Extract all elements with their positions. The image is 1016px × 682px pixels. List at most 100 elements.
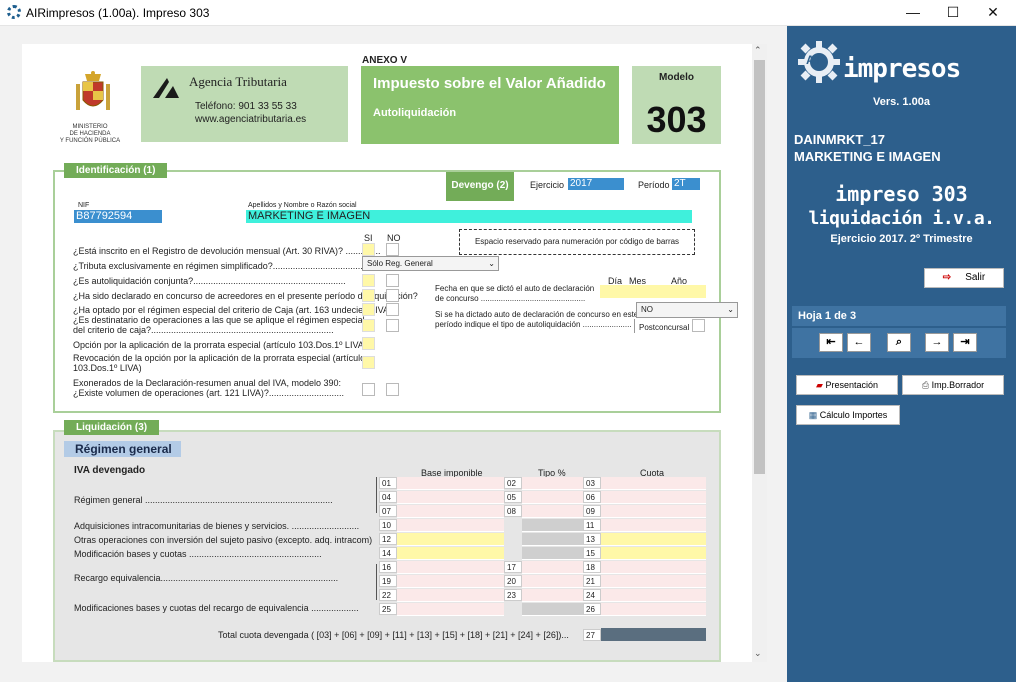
base-imponible-field[interactable]: [397, 505, 504, 518]
q-revocacion-line2: 103.Dos.1º LIVA): [73, 363, 142, 373]
box-number: 09: [583, 505, 601, 517]
q-concurso-no-checkbox[interactable]: [386, 289, 399, 302]
search-binoculars-button[interactable]: ⌕: [887, 333, 911, 352]
postconcursal-checkbox[interactable]: [692, 319, 705, 332]
base-imponible-field[interactable]: [397, 603, 504, 616]
imp-borrador-label: Imp.Borrador: [931, 380, 985, 390]
calculo-importes-button[interactable]: ▦ Cálculo Importes: [796, 405, 900, 425]
regimen-select[interactable]: Sólo Reg. General ⌄: [362, 256, 499, 271]
q-revocacion-checkbox[interactable]: [362, 356, 375, 369]
periodo-input[interactable]: 2T: [672, 178, 700, 190]
chevron-down-icon: ⌄: [727, 305, 734, 314]
fecha-concurso-line2: de concurso ............................…: [435, 294, 586, 303]
box-number: 04: [379, 491, 397, 503]
q-destinatario-si-checkbox[interactable]: [362, 319, 375, 332]
box-number: 22: [379, 589, 397, 601]
cuota-field[interactable]: [601, 491, 706, 504]
ejercicio-label: Ejercicio: [530, 180, 565, 190]
calculator-icon: ▦: [808, 410, 818, 420]
scroll-up-icon[interactable]: ⌃: [754, 45, 762, 56]
modelo-number: 303: [646, 99, 707, 140]
base-imponible-field[interactable]: [397, 589, 504, 602]
company-code: DAINMRKT_17: [794, 132, 886, 147]
cuota-field[interactable]: [601, 561, 706, 574]
auto-concurso-line1: Si se ha dictado auto de declaración de …: [435, 310, 639, 319]
devengo-label: Devengo (2): [446, 172, 514, 201]
q-caja-no-checkbox[interactable]: [386, 303, 399, 316]
box-number: 01: [379, 477, 397, 489]
imp-borrador-button[interactable]: ⎙ Imp.Borrador: [902, 375, 1004, 395]
tax-title: Impuesto sobre el Valor Añadido: [373, 75, 606, 92]
logo-air-text: AIR: [806, 53, 827, 67]
chevron-down-icon: ⌄: [488, 259, 495, 268]
cuota-field[interactable]: [601, 603, 706, 616]
cuota-field[interactable]: [601, 519, 706, 532]
q-registro-no-checkbox[interactable]: [386, 243, 399, 256]
base-imponible-field[interactable]: [397, 533, 504, 546]
q-exonerados-si-checkbox[interactable]: [362, 383, 375, 396]
q-prorrata-checkbox[interactable]: [362, 337, 375, 350]
page-indicator: Hoja 1 de 3: [792, 306, 1006, 326]
last-page-button[interactable]: ⇥: [953, 333, 977, 352]
auto-concurso-select[interactable]: NO ⌄: [636, 302, 738, 318]
ejercicio-input[interactable]: 2017: [568, 178, 624, 190]
fecha-concurso-input[interactable]: [600, 285, 706, 298]
box-number: 13: [583, 533, 601, 545]
name-input[interactable]: MARKETING E IMAGEN: [246, 210, 692, 223]
name-label: Apellidos y Nombre o Razón social: [248, 202, 357, 209]
cuota-field[interactable]: [601, 575, 706, 588]
bracket-recargo: [376, 564, 377, 600]
row-regimen-general-label: Régimen general ........................…: [74, 495, 333, 505]
page-nav-bar: ⇤ ← ⌕ → ⇥: [792, 328, 1006, 358]
presentacion-label: Presentación: [825, 380, 878, 390]
next-page-button[interactable]: →: [925, 333, 949, 352]
si-label: SI: [364, 233, 373, 243]
row-modificacion-label: Modificación bases y cuotas ............…: [74, 549, 322, 559]
q-concurso-si-checkbox[interactable]: [362, 289, 375, 302]
box-number: 06: [583, 491, 601, 503]
cuota-field[interactable]: [601, 589, 706, 602]
scroll-down-icon[interactable]: ⌄: [754, 648, 762, 659]
base-imponible-field[interactable]: [397, 491, 504, 504]
prev-page-button[interactable]: ←: [847, 333, 871, 352]
fecha-concurso-line1: Fecha en que se dictó el auto de declara…: [435, 284, 595, 293]
cuota-field[interactable]: [601, 505, 706, 518]
base-imponible-field[interactable]: [397, 561, 504, 574]
q-conjunta-si-checkbox[interactable]: [362, 274, 375, 287]
base-imponible-field[interactable]: [397, 519, 504, 532]
impreso-title: impreso 303: [835, 182, 968, 206]
q-registro-devolucion: ¿Está inscrito en el Registro de devoluc…: [73, 246, 381, 256]
box-number: 17: [504, 561, 522, 573]
q-exonerados-no-checkbox[interactable]: [386, 383, 399, 396]
vertical-scrollbar[interactable]: ⌃ ⌄: [752, 44, 767, 662]
salir-button[interactable]: ⇨ Salir: [924, 268, 1004, 288]
agency-phone: Teléfono: 901 33 55 33: [195, 101, 297, 112]
box-number: 12: [379, 533, 397, 545]
q-exonerados-line2: ¿Existe volumen de operaciones (art. 121…: [73, 388, 344, 398]
q-destinatario-line2: del criterio de caja?...................…: [73, 325, 334, 335]
first-page-button[interactable]: ⇤: [819, 333, 843, 352]
exit-icon: ⇨: [942, 272, 952, 283]
cuota-field[interactable]: [601, 477, 706, 490]
presentacion-button[interactable]: ▰ Presentación: [796, 375, 898, 395]
tax-title-box: Impuesto sobre el Valor Añadido Autoliqu…: [361, 66, 619, 144]
cuota-field[interactable]: [601, 533, 706, 546]
box-number: 15: [583, 547, 601, 559]
q-destinatario-no-checkbox[interactable]: [386, 319, 399, 332]
nif-input[interactable]: B87792594: [74, 210, 162, 223]
base-imponible-field[interactable]: [397, 477, 504, 490]
postconcursal-label: Postconcursal: [639, 323, 690, 332]
q-registro-si-checkbox[interactable]: [362, 243, 375, 256]
cuota-field[interactable]: [601, 547, 706, 560]
regimen-general-title: Régimen general: [64, 441, 181, 457]
box-number: 11: [583, 519, 601, 531]
base-imponible-field[interactable]: [397, 547, 504, 560]
modelo-box: Modelo 303: [632, 66, 721, 144]
q-conjunta-no-checkbox[interactable]: [386, 274, 399, 287]
tax-subtitle: Autoliquidación: [373, 107, 457, 119]
agency-web[interactable]: www.agenciatributaria.es: [195, 114, 306, 125]
base-imponible-field[interactable]: [397, 575, 504, 588]
close-button[interactable]: ✕: [970, 0, 1016, 26]
row-recargo-label: Recargo equivalencia....................…: [74, 573, 339, 583]
scroll-thumb[interactable]: [754, 60, 765, 474]
